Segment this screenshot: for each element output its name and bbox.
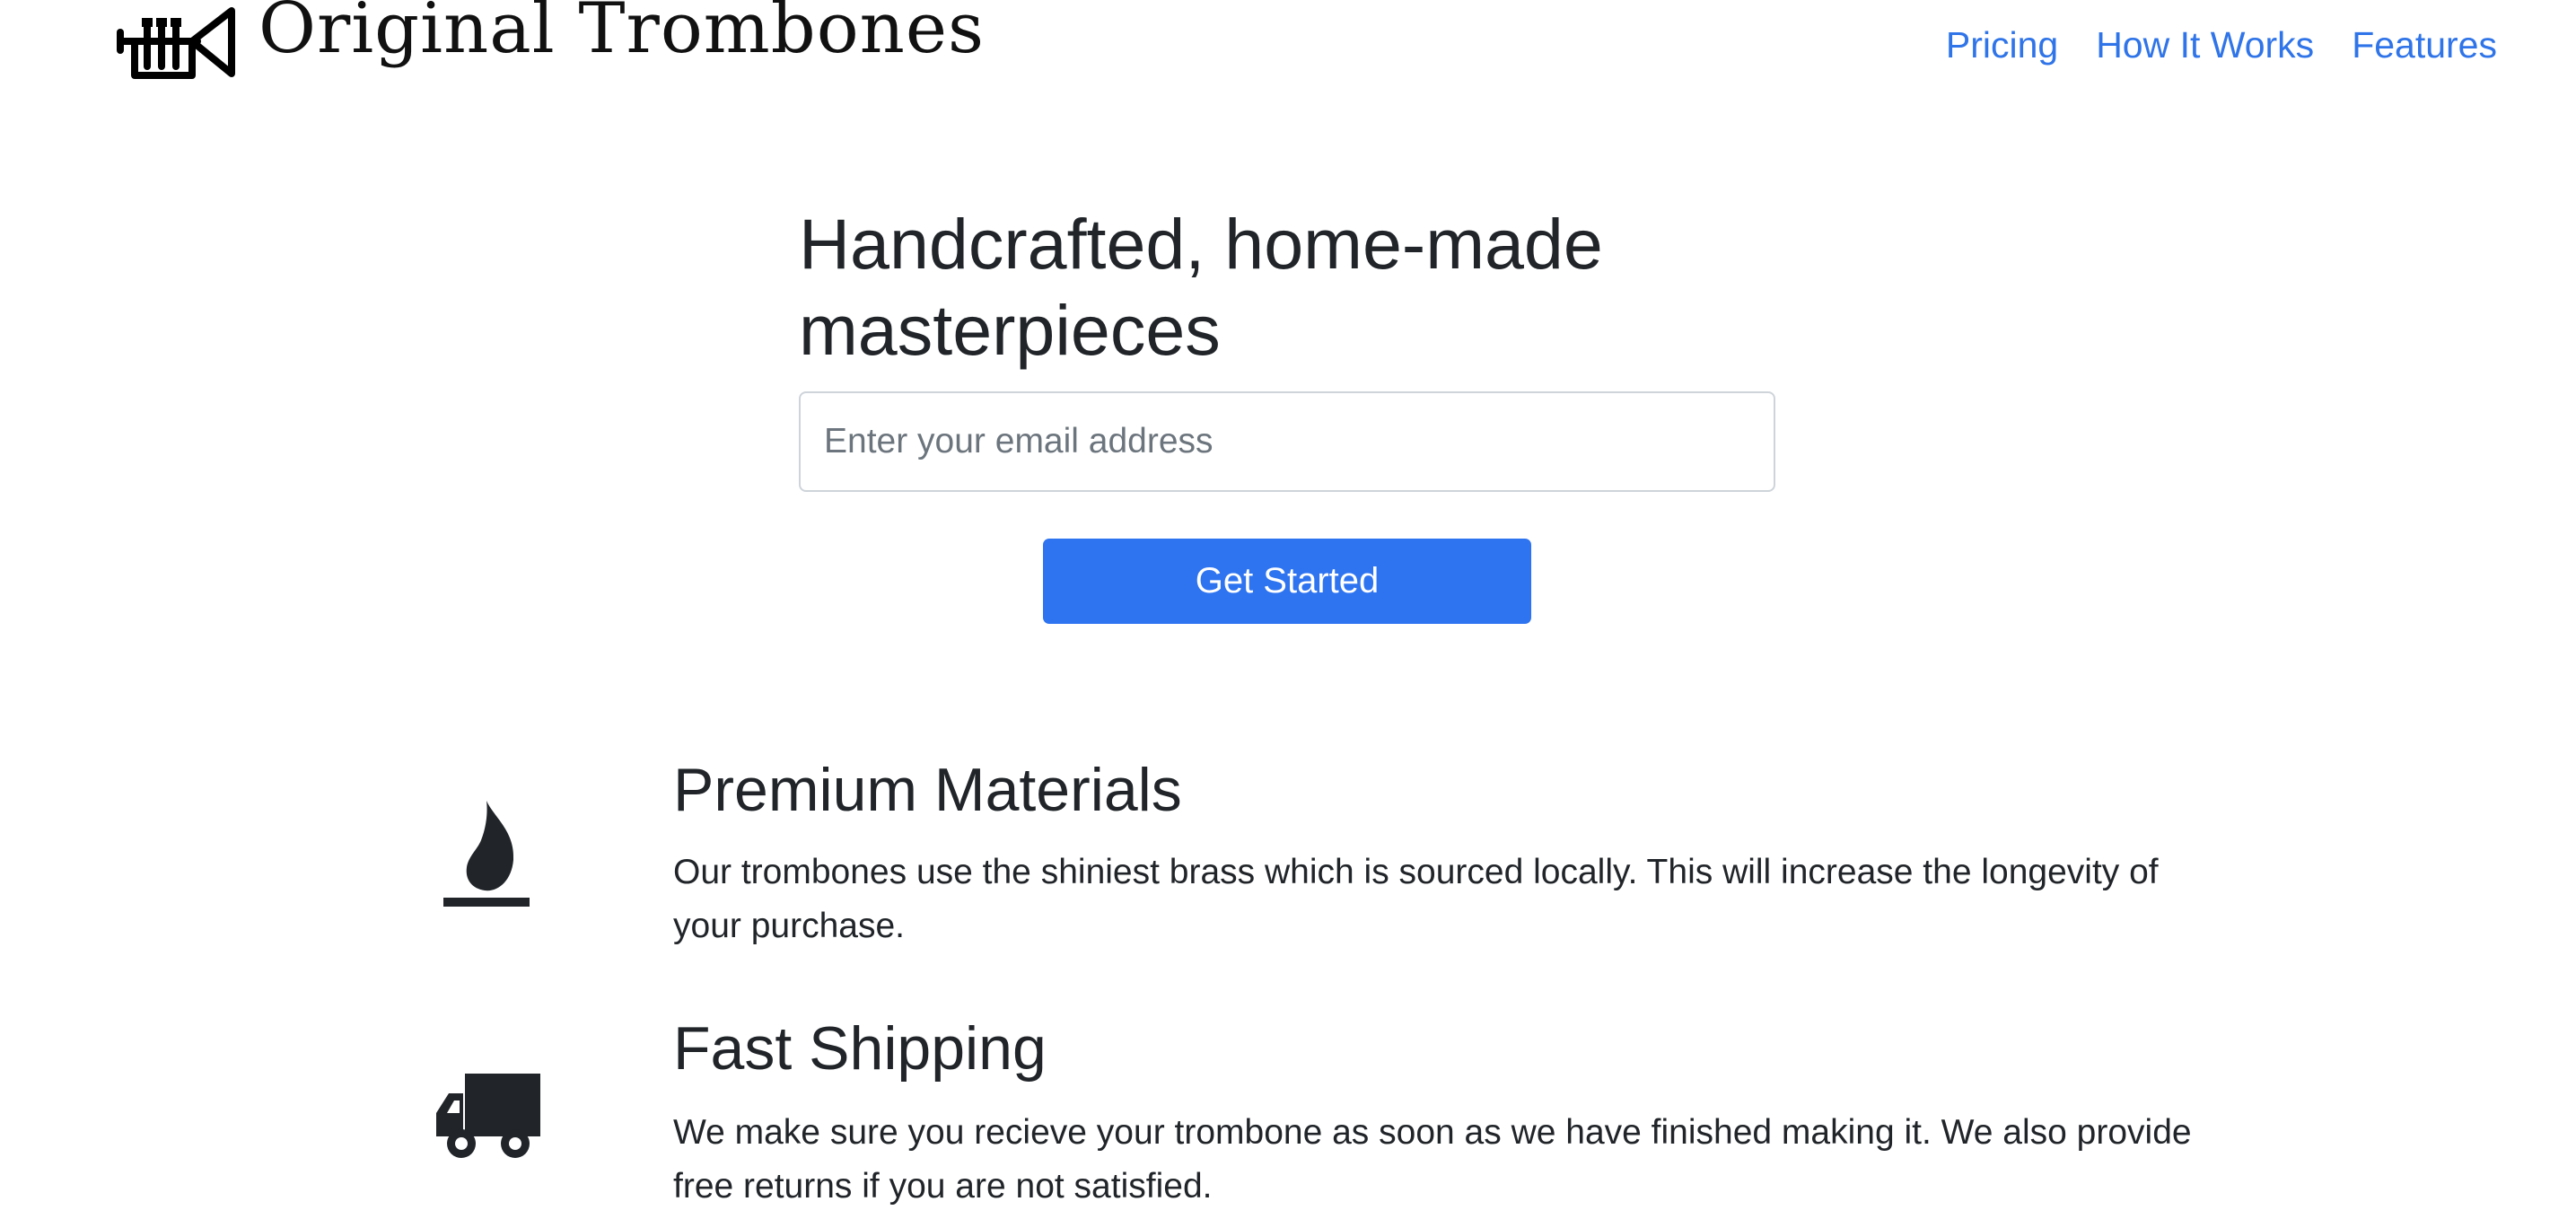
main-nav: Pricing How It Works Features [1946,18,2497,72]
feature-description: Our trombones use the shiniest brass whi… [673,853,2159,945]
nav-link-how-it-works[interactable]: How It Works [2096,18,2314,72]
feature-description: We make sure you recieve your trombone a… [673,1113,2192,1206]
truck-icon [436,1074,540,1158]
nav-link-pricing[interactable]: Pricing [1946,18,2058,72]
feature-title: Fast Shipping [673,1014,1047,1083]
nav-link-features[interactable]: Features [2352,18,2497,72]
fire-icon [443,801,530,907]
brand-name[interactable]: Original Trombones [258,0,985,72]
trumpet-icon[interactable] [117,4,239,79]
email-input[interactable] [799,391,1775,492]
get-started-button[interactable]: Get Started [1043,539,1531,624]
feature-title: Premium Materials [673,756,1182,824]
hero-title: Handcrafted, home-made masterpieces [799,204,1603,370]
